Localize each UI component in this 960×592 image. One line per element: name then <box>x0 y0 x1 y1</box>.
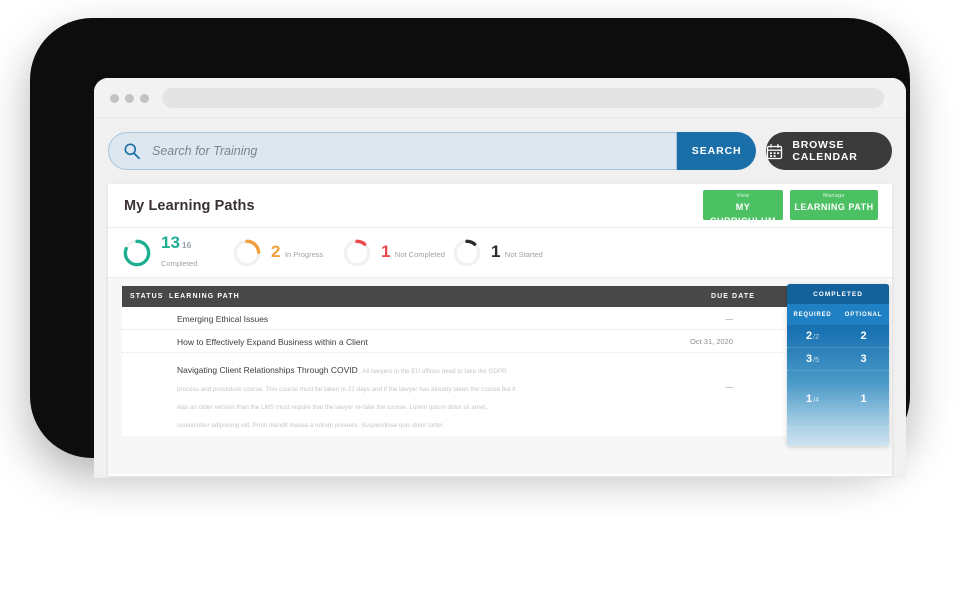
column-header-learning-path: LEARNING PATH <box>169 293 555 300</box>
column-header-due-date: DUE DATE <box>555 293 765 300</box>
due-date-cell: — <box>533 360 743 391</box>
optional-value-cell: 1 <box>838 393 889 405</box>
required-done: 2 <box>806 330 812 342</box>
learning-path-label: LEARNING PATH <box>790 200 878 214</box>
completed-required-header: REQUIRED <box>787 312 838 318</box>
learning-paths-table: STATUS LEARNING PATH DUE DATE Emerging E… <box>122 286 878 436</box>
completed-values-row: 3/5 3 <box>787 348 889 371</box>
stat-completed: 1316 Completed <box>122 234 232 271</box>
stat-in-progress-label: In Progress <box>285 250 323 259</box>
browse-calendar-label: BROWSE CALENDAR <box>792 139 892 163</box>
search-button[interactable]: SEARCH <box>677 132 756 170</box>
window-maximize-dot[interactable] <box>140 94 149 103</box>
completed-panel-header: COMPLETED <box>787 284 889 304</box>
stat-not-started-label: Not Started <box>505 250 543 259</box>
column-header-status: STATUS <box>122 293 169 300</box>
stat-completed-total: 16 <box>182 240 191 250</box>
completed-panel: COMPLETED REQUIRED OPTIONAL 2/2 2 3/5 3 <box>787 284 889 446</box>
stat-not-started: 1 Not Started <box>452 238 562 268</box>
learning-path-cell: How to Effectively Expand Business withi… <box>177 332 533 350</box>
page-body: SEARCH <box>94 118 906 478</box>
search-input[interactable] <box>141 144 676 158</box>
my-curriculum-sublabel: View <box>703 193 783 200</box>
browser-chrome <box>94 78 906 118</box>
learning-path-title: Navigating Client Relationships Through … <box>177 365 358 375</box>
required-value-cell: 3/5 <box>787 353 838 365</box>
required-done: 3 <box>806 353 812 365</box>
calendar-icon <box>766 143 783 160</box>
status-indicator-cell <box>130 332 177 350</box>
donut-completed-icon <box>122 238 152 268</box>
stat-not-completed-label: Not Completed <box>395 250 445 259</box>
donut-not-completed-icon <box>342 238 372 268</box>
search-icon <box>123 142 141 160</box>
completed-optional-header: OPTIONAL <box>838 312 889 318</box>
optional-value-cell: 3 <box>838 353 889 365</box>
stat-not-started-value: 1 <box>491 242 500 261</box>
status-indicator-cell <box>130 360 177 396</box>
search-row: SEARCH <box>108 132 892 170</box>
required-value-cell: 1/4 <box>787 393 838 405</box>
device-screen: SEARCH <box>94 78 906 478</box>
optional-value-cell: 2 <box>838 330 889 342</box>
learning-path-cell: Navigating Client Relationships Through … <box>177 360 533 432</box>
completed-panel-tail <box>787 428 889 446</box>
learning-path-description: All lawyers in the EU offices need to ta… <box>177 368 515 429</box>
stat-completed-value: 13 <box>161 233 180 252</box>
completed-values-row: 2/2 2 <box>787 325 889 348</box>
my-curriculum-label: MY CURRICULUM <box>703 200 783 228</box>
learning-paths-card: My Learning Paths View MY CURRICULUM Man… <box>108 184 892 476</box>
learning-path-title: How to Effectively Expand Business withi… <box>177 337 368 347</box>
stat-in-progress-value: 2 <box>271 242 280 261</box>
table-area: STATUS LEARNING PATH DUE DATE Emerging E… <box>108 278 892 474</box>
table-row[interactable]: How to Effectively Expand Business withi… <box>122 330 878 353</box>
page-title: My Learning Paths <box>124 198 255 214</box>
window-minimize-dot[interactable] <box>125 94 134 103</box>
stat-completed-label: Completed <box>161 259 197 268</box>
stat-not-completed: 1 Not Completed <box>342 238 452 268</box>
device-frame: SEARCH <box>30 18 910 458</box>
donut-not-started-icon <box>452 238 482 268</box>
stats-row: 1316 Completed 2 In <box>108 228 892 278</box>
completed-values-row: 1/4 1 <box>787 371 889 428</box>
learning-path-button[interactable]: Manage LEARNING PATH <box>790 190 878 220</box>
stat-not-completed-value: 1 <box>381 242 390 261</box>
table-header-row: STATUS LEARNING PATH DUE DATE <box>122 286 878 307</box>
learning-path-sublabel: Manage <box>790 193 878 200</box>
url-bar[interactable] <box>162 88 884 108</box>
search-field[interactable] <box>108 132 677 170</box>
browse-calendar-button[interactable]: BROWSE CALENDAR <box>766 132 892 170</box>
window-close-dot[interactable] <box>110 94 119 103</box>
required-done: 1 <box>806 393 812 405</box>
donut-in-progress-icon <box>232 238 262 268</box>
completed-panel-subheader: REQUIRED OPTIONAL <box>787 304 889 325</box>
required-total: /5 <box>813 357 819 364</box>
status-indicator-cell <box>130 309 177 327</box>
required-total: /2 <box>813 334 819 341</box>
required-total: /4 <box>813 397 819 404</box>
my-curriculum-button[interactable]: View MY CURRICULUM <box>703 190 783 220</box>
required-value-cell: 2/2 <box>787 330 838 342</box>
header-actions: View MY CURRICULUM Manage LEARNING PATH <box>703 190 878 220</box>
table-row[interactable]: Emerging Ethical Issues — → <box>122 307 878 330</box>
due-date-cell: — <box>533 314 743 323</box>
learning-path-title: Emerging Ethical Issues <box>177 314 268 324</box>
learning-path-cell: Emerging Ethical Issues <box>177 309 533 327</box>
stat-in-progress: 2 In Progress <box>232 238 342 268</box>
table-row[interactable]: Navigating Client Relationships Through … <box>122 353 878 410</box>
due-date-cell: Oct 31, 2020 <box>533 337 743 346</box>
card-header: My Learning Paths View MY CURRICULUM Man… <box>108 184 892 228</box>
